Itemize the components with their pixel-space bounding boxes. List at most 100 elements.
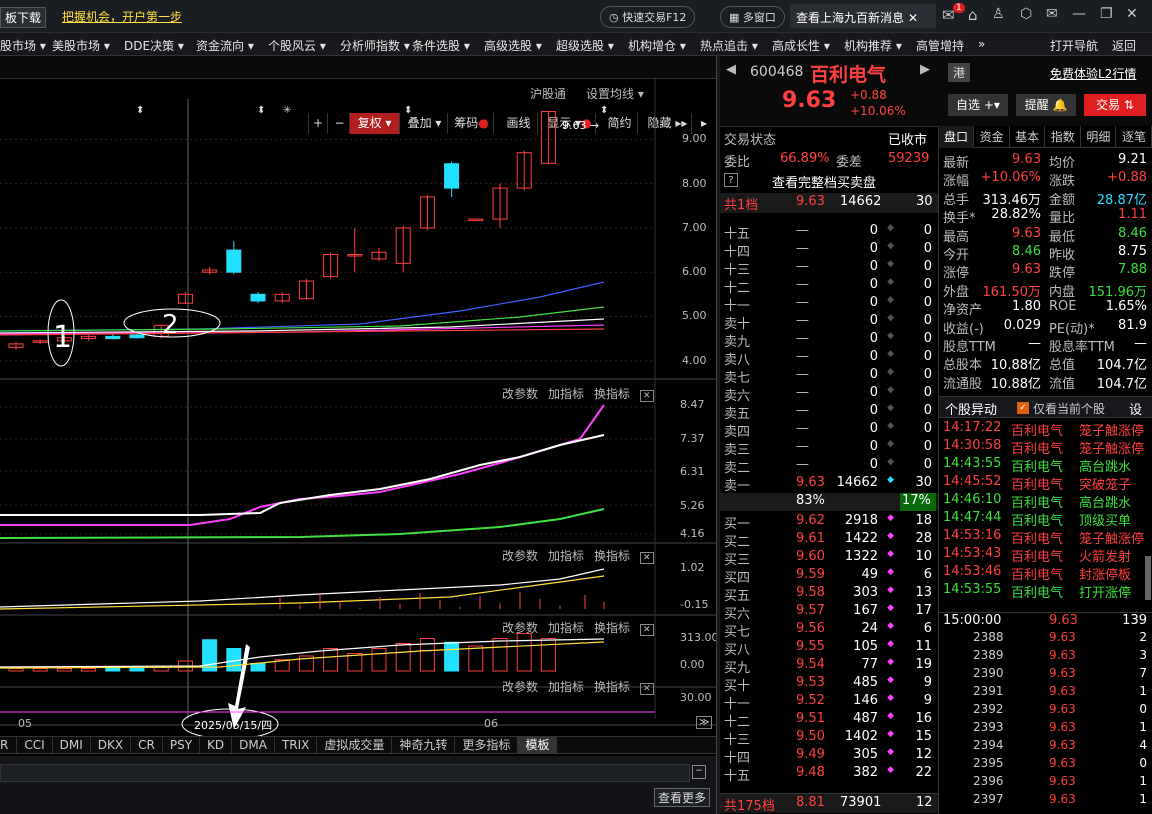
indicator-tab-0[interactable]: R [0,737,18,753]
menu-item-15[interactable]: 打开导航 [1050,37,1098,54]
anomaly-item[interactable]: 14:53:46 百利电气 封涨停板 [939,564,1145,583]
anomaly-item[interactable]: 14:17:22 百利电气 笼子触涨停 [939,420,1145,439]
indicator-tab-9[interactable]: 虚拟成交量 [317,737,393,753]
anomaly-item[interactable]: 14:53:43 百利电气 火箭发射 [939,546,1145,565]
buy-level-row[interactable]: 买六 9.57 167 17 ◆ [720,603,938,622]
indicator-tab-1[interactable]: CCI [17,737,53,753]
sell-level-row[interactable]: 卖十 — 0 0 ◆ [720,313,938,332]
menu-item-5[interactable]: 分析师指数 ▾ [340,37,410,54]
anomaly-item[interactable]: 14:45:52 百利电气 突破笼子 [939,474,1145,493]
menu-item-13[interactable]: 高管增持 [916,37,964,54]
panel-params-button[interactable]: 改参数 [502,680,538,694]
buy-level-row[interactable]: 十四 9.49 305 12 ◆ [720,747,938,766]
sell-level-row[interactable]: 十一 — 0 0 ◆ [720,295,938,314]
download-button[interactable]: 板下载 [0,7,47,28]
question-icon[interactable]: ? [724,173,738,187]
remind-button[interactable]: 提醒 🔔 [1016,94,1076,116]
panel-add-button[interactable]: 加指标 [548,387,584,401]
only-current-label[interactable]: 仅看当前个股 [1033,400,1105,418]
bottom-input-bar[interactable] [0,764,690,782]
menu-item-14[interactable]: » [978,37,985,51]
quick-trade-button[interactable]: ◷ 快速交易F12 [600,6,696,28]
panel-switch-button[interactable]: 换指标 [594,680,630,694]
anomaly-item[interactable]: 14:30:58 百利电气 笼子触涨停 [939,438,1145,457]
sell-level-row[interactable]: 卖一 9.63 14662 30 ◆ [720,475,938,494]
anomaly-item[interactable]: 14:43:55 百利电气 高台跳水 [939,456,1145,475]
buy-level-row[interactable]: 买二 9.61 1422 28 ◆ [720,531,938,550]
menu-item-3[interactable]: 资金流向 ▾ [196,37,254,54]
buy-level-row[interactable]: 买一 9.62 2918 18 ◆ [720,513,938,532]
quote-tab-4[interactable]: 明细 [1081,126,1117,148]
sell-level-row[interactable]: 卖四 — 0 0 ◆ [720,421,938,440]
close-panel-icon[interactable]: ✕ [640,683,654,695]
full-depth-link[interactable]: 查看完整档买卖盘 [772,172,876,191]
sell-level-row[interactable]: 卖七 — 0 0 ◆ [720,367,938,386]
menu-item-8[interactable]: 超级选股 ▾ [556,37,614,54]
anomaly-item[interactable]: 14:53:16 百利电气 笼子触涨停 [939,528,1145,547]
promo-link[interactable]: 把握机会，开户第一步 [62,8,182,25]
home-icon[interactable]: ⌂ [968,6,978,24]
indicator-tab-5[interactable]: PSY [163,737,201,753]
scroll-right-button[interactable]: ≫ [696,716,713,729]
event-marker-icon[interactable]: ⬍ [404,105,412,116]
panel-params-button[interactable]: 改参数 [502,387,538,401]
anomaly-item[interactable]: 14:53:55 百利电气 打开涨停 [939,582,1145,601]
panel-params-button[interactable]: 改参数 [502,621,538,635]
event-marker-icon[interactable]: ⬍ [257,105,265,116]
buy-level-row[interactable]: 买四 9.59 49 6 ◆ [720,567,938,586]
indicator-tab-3[interactable]: DKX [91,737,132,753]
panel-switch-button[interactable]: 换指标 [594,387,630,401]
anomaly-item[interactable]: 14:47:44 百利电气 顶级买单 [939,510,1145,529]
hk-badge[interactable]: 港 [948,63,971,82]
indicator-tab-10[interactable]: 神奇九转 [392,737,456,753]
next-stock-icon[interactable]: ▶ [920,62,930,77]
l2-trial-link[interactable]: 免费体验L2行情 [1050,65,1136,82]
buy-level-row[interactable]: 十二 9.51 487 16 ◆ [720,711,938,730]
buy-level-row[interactable]: 买十 9.53 485 9 ◆ [720,675,938,694]
event-marker-icon[interactable]: ⬍ [136,105,144,116]
sell-level-row[interactable]: 十三 — 0 0 ◆ [720,259,938,278]
buy-level-row[interactable]: 买七 9.56 24 6 ◆ [720,621,938,640]
menu-item-4[interactable]: 个股风云 ▾ [268,37,326,54]
sell-level-row[interactable]: 十五 — 0 0 ◆ [720,223,938,242]
quote-tab-2[interactable]: 基本 [1010,126,1046,148]
minimize-icon[interactable]: — [1072,6,1086,22]
skin-icon[interactable]: ⬡ [1020,6,1032,22]
buy-level-row[interactable]: 十一 9.52 146 9 ◆ [720,693,938,712]
buy-level-row[interactable]: 买三 9.60 1322 10 ◆ [720,549,938,568]
menu-item-16[interactable]: 返回 [1112,37,1136,54]
buy-level-row[interactable]: 买五 9.58 303 13 ◆ [720,585,938,604]
panel-add-button[interactable]: 加指标 [548,621,584,635]
close-window-icon[interactable]: ✕ [1126,6,1138,22]
sell-level-row[interactable]: 十四 — 0 0 ◆ [720,241,938,260]
multi-window-button[interactable]: ▦ 多窗口 [720,6,785,28]
menu-item-2[interactable]: DDE决策 ▾ [124,37,184,54]
buy-level-row[interactable]: 十三 9.50 1402 15 ◆ [720,729,938,748]
prev-stock-icon[interactable]: ◀ [726,62,736,77]
indicator-tab-6[interactable]: KD [200,737,233,753]
indicator-tab-7[interactable]: DMA [232,737,275,753]
scrollbar[interactable] [1145,556,1151,600]
menu-item-9[interactable]: 机构增仓 ▾ [628,37,686,54]
panel-add-button[interactable]: 加指标 [548,549,584,563]
indicator-tab-8[interactable]: TRIX [275,737,318,753]
buy-level-row[interactable]: 买九 9.54 77 19 ◆ [720,657,938,676]
self-select-button[interactable]: 自选 +▾ [948,94,1008,116]
menu-item-11[interactable]: 高成长性 ▾ [772,37,830,54]
sell-level-row[interactable]: 卖五 — 0 0 ◆ [720,403,938,422]
menu-item-1[interactable]: 美股市场 ▾ [52,37,110,54]
quote-tab-5[interactable]: 逐笔 [1117,126,1152,148]
panel-params-button[interactable]: 改参数 [502,549,538,563]
news-ticker[interactable]: 查看上海九百新消息 ✕ [790,4,936,28]
anomaly-item[interactable]: 14:46:10 百利电气 高台跳水 [939,492,1145,511]
event-marker-icon[interactable]: ⬍ [600,105,608,116]
close-panel-icon[interactable]: ✕ [640,624,654,636]
menu-item-7[interactable]: 高级选股 ▾ [484,37,542,54]
menu-item-12[interactable]: 机构推荐 ▾ [844,37,902,54]
menu-item-10[interactable]: 热点追击 ▾ [700,37,758,54]
close-panel-icon[interactable]: ✕ [640,390,654,402]
trade-button[interactable]: 交易 ⇅ [1084,94,1146,116]
close-panel-icon[interactable]: ✕ [640,552,654,564]
restore-icon[interactable]: ❐ [1100,6,1113,22]
sell-level-row[interactable]: 十二 — 0 0 ◆ [720,277,938,296]
